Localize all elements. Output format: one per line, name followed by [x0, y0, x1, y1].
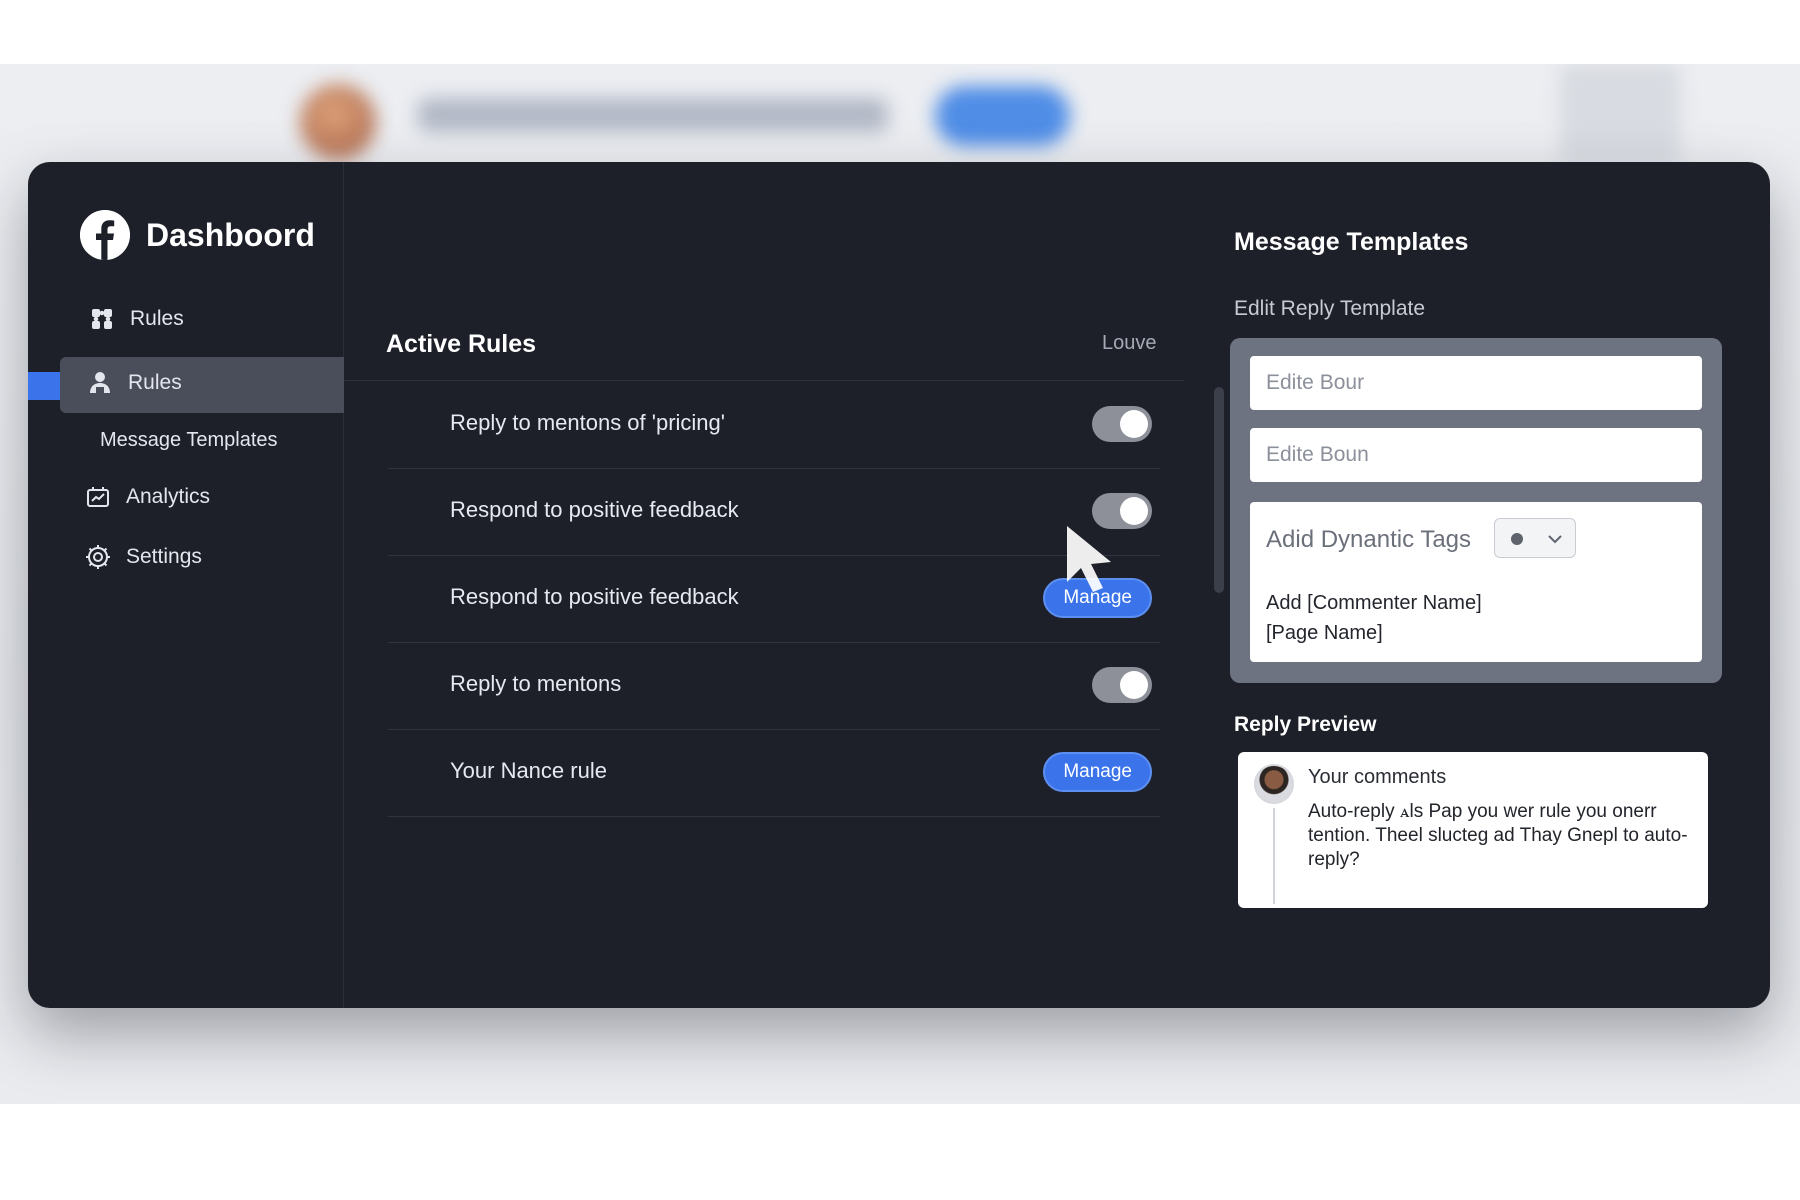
toggle-knob — [1120, 671, 1148, 699]
dashboard-window: Dashboord Rules Rules Message Templates … — [28, 162, 1770, 1008]
cursor-pointer-icon — [1063, 522, 1123, 597]
dynamic-tags-dropdown[interactable] — [1494, 518, 1576, 558]
dot-icon — [1511, 533, 1523, 545]
toggle-knob — [1120, 410, 1148, 438]
thread-line — [1273, 808, 1275, 904]
manage-button[interactable]: Manage — [1043, 752, 1152, 792]
sidebar-item-message-templates[interactable]: Message Templates — [100, 429, 278, 452]
blurred-background-header — [0, 64, 1800, 164]
template-input-field[interactable]: Edite Boun — [1250, 428, 1702, 482]
active-rules-title: Active Rules — [386, 330, 537, 358]
blurred-button — [935, 86, 1070, 146]
sidebar-item-label: Settings — [126, 545, 202, 568]
rule-label: Respond to positive feedback — [450, 584, 739, 609]
reply-preview-card: Your comments Auto-reply ꭺls Pap you wer… — [1238, 752, 1708, 908]
sidebar-item-label: Message Templates — [100, 429, 278, 451]
reply-preview-title: Reply Preview — [1234, 713, 1377, 736]
message-templates-title: Message Templates — [1234, 228, 1469, 256]
sidebar-item-label: Rules — [130, 307, 184, 330]
rule-label: Reply to mentons — [450, 671, 622, 696]
message-templates-panel: Message Templates Edlit Reply Template E… — [1204, 162, 1770, 1008]
sidebar-item-analytics[interactable]: Analytics — [84, 483, 210, 511]
tag-page-name: [Page Name] — [1266, 622, 1383, 644]
dynamic-tags-label: Adid Dynantic Tags — [1266, 526, 1472, 553]
sidebar: Dashboord Rules Rules Message Templates … — [28, 162, 344, 1008]
rule-label: Respond to positive feedback — [450, 497, 739, 522]
edit-reply-template-label: Edlit Reply Template — [1234, 297, 1426, 320]
rule-row: Reply to mentons of 'pricing' — [388, 382, 1160, 469]
reply-preview-text: Auto-reply ꭺls Pap you wer rule you oner… — [1308, 801, 1688, 870]
active-rules-header-right[interactable]: Louve — [1102, 332, 1157, 355]
sidebar-item-label: Rules — [128, 371, 182, 394]
divider — [344, 380, 1184, 381]
rule-row: Your Nance rule Manage — [388, 730, 1160, 817]
rule-row: Respond to positive feedback — [388, 469, 1160, 556]
sidebar-item-settings[interactable]: Settings — [84, 543, 202, 571]
brand-title: Dashboord — [146, 216, 315, 253]
nav-active-accent — [28, 372, 60, 400]
people-icon — [86, 369, 114, 397]
gear-icon — [84, 543, 112, 571]
puzzle-icon — [88, 305, 116, 333]
commenter-name: Your comments — [1308, 766, 1447, 788]
toggle-knob — [1120, 497, 1148, 525]
tag-commenter-name: Add [Commenter Name] — [1266, 592, 1482, 614]
rule-toggle[interactable] — [1092, 406, 1152, 442]
rule-row: Reply to mentons — [388, 643, 1160, 730]
sidebar-item-label: Analytics — [126, 485, 211, 508]
background-stage: Dashboord Rules Rules Message Templates … — [0, 64, 1800, 1104]
blurred-edge — [1560, 64, 1680, 164]
sidebar-item-rules-active[interactable]: Rules — [86, 369, 182, 397]
blurred-title — [418, 98, 888, 132]
sidebar-item-rules[interactable]: Rules — [88, 305, 184, 333]
rule-label: Reply to mentons of 'pricing' — [450, 410, 725, 435]
brand: Dashboord — [80, 210, 315, 260]
rule-label: Your Nance rule — [450, 758, 607, 783]
rule-row: Respond to positive feedback Manage — [388, 556, 1160, 643]
chevron-down-icon — [1545, 529, 1565, 554]
chart-icon — [84, 483, 112, 511]
dynamic-tags-card: Adid Dynantic Tags Add [Commenter Name] … — [1250, 502, 1702, 662]
template-input-field[interactable]: Edite Bour — [1250, 356, 1702, 410]
template-editor: Edite Bour Edite Boun Adid Dynantic Tags… — [1230, 338, 1722, 683]
facebook-logo-icon — [80, 210, 130, 260]
blurred-avatar — [300, 84, 376, 160]
avatar — [1254, 764, 1294, 804]
rule-toggle[interactable] — [1092, 667, 1152, 703]
dynamic-tags-text[interactable]: Add [Commenter Name] [Page Name] — [1266, 588, 1482, 648]
